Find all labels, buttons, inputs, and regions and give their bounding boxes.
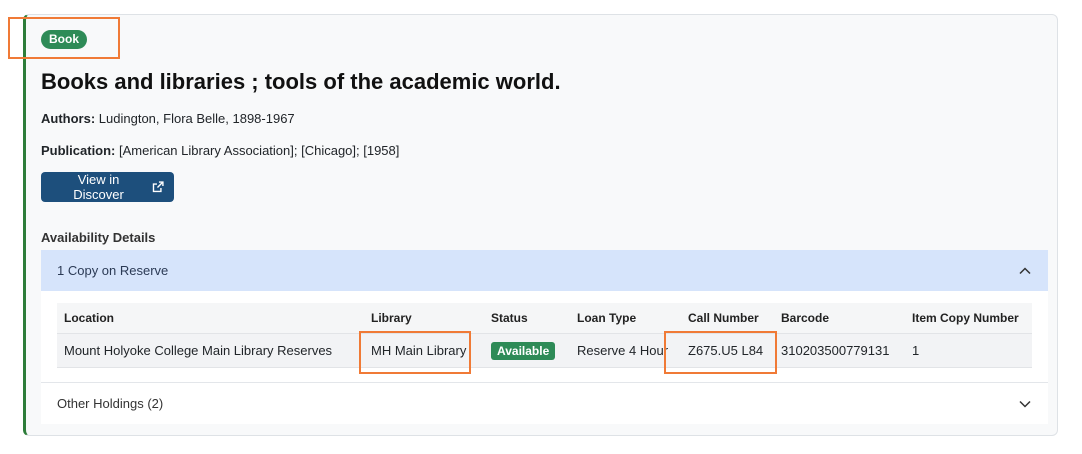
publication-line: Publication: [American Library Associati… — [41, 143, 399, 158]
column-header-location: Location — [64, 311, 114, 325]
cell-status: Available — [484, 333, 570, 368]
cell-call-number: Z675.U5 L84 — [681, 333, 774, 368]
publication-label: Publication: — [41, 143, 116, 158]
publication-value: [American Library Association]; [Chicago… — [119, 143, 400, 158]
column-header-item-copy-number: Item Copy Number — [912, 311, 1019, 325]
availability-accordion: 1 Copy on Reserve Location Library Statu… — [41, 250, 1048, 424]
view-in-discover-button[interactable]: View in Discover — [41, 172, 174, 202]
availability-heading: Availability Details — [41, 230, 156, 245]
status-badge: Available — [491, 341, 556, 360]
cell-barcode: 310203500779131 — [774, 333, 905, 368]
holdings-table: Location Library Status Loan Type Call N… — [57, 303, 1032, 368]
cell-library: MH Main Library — [364, 333, 484, 368]
table-header-row: Location Library Status Loan Type Call N… — [57, 303, 1032, 334]
chevron-up-icon — [1019, 266, 1031, 274]
external-link-icon — [152, 181, 164, 193]
column-header-loan-type: Loan Type — [577, 311, 637, 325]
record-card: Book Books and libraries ; tools of the … — [23, 14, 1058, 436]
column-header-library: Library — [371, 311, 412, 325]
authors-value: Ludington, Flora Belle, 1898-1967 — [98, 111, 295, 126]
type-badge: Book — [41, 30, 87, 49]
column-header-status: Status — [491, 311, 528, 325]
column-header-call-number: Call Number — [688, 311, 759, 325]
reserve-accordion-label: 1 Copy on Reserve — [57, 263, 169, 278]
column-header-barcode: Barcode — [781, 311, 830, 325]
record-title: Books and libraries ; tools of the acade… — [41, 69, 561, 94]
table-row: Mount Holyoke College Main Library Reser… — [57, 333, 1032, 368]
chevron-down-icon — [1019, 400, 1031, 408]
cell-item-copy-number: 1 — [905, 333, 1032, 368]
view-in-discover-label: View in Discover — [73, 172, 124, 202]
cell-loan-type: Reserve 4 Hour — [570, 333, 681, 368]
other-holdings-accordion-header[interactable]: Other Holdings (2) — [41, 382, 1048, 424]
cell-location: Mount Holyoke College Main Library Reser… — [57, 333, 364, 368]
authors-line: Authors: Ludington, Flora Belle, 1898-19… — [41, 111, 295, 126]
reserve-accordion-header[interactable]: 1 Copy on Reserve — [41, 250, 1048, 291]
other-holdings-label: Other Holdings (2) — [57, 396, 164, 411]
authors-label: Authors: — [41, 111, 96, 126]
reserve-accordion-body: Location Library Status Loan Type Call N… — [41, 291, 1048, 382]
